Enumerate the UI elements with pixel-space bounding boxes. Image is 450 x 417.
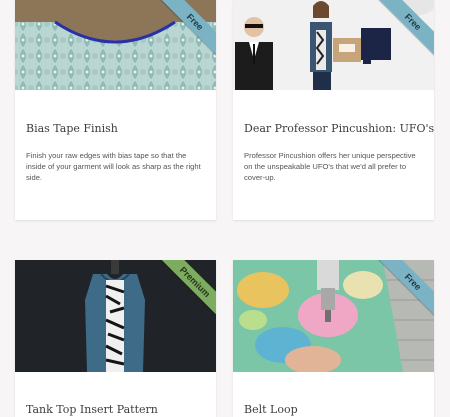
card-title[interactable]: Bias Tape Finish — [26, 122, 118, 135]
card-thumbnail[interactable]: Free — [233, 0, 434, 90]
lesson-card[interactable]: Premium Tank Top Insert Pattern — [15, 260, 216, 417]
lesson-card[interactable]: Free Belt Loop — [233, 260, 434, 417]
lesson-card[interactable]: Free Dear Professor Pincushion: UFO's Pr… — [233, 0, 434, 220]
card-thumbnail[interactable]: Free — [15, 0, 216, 90]
lesson-card[interactable]: Free Bias Tape Finish Finish your raw ed… — [15, 0, 216, 220]
card-title[interactable]: Tank Top Insert Pattern — [26, 403, 158, 416]
card-description: Professor Pincushion offers her unique p… — [244, 151, 416, 182]
card-thumbnail[interactable]: Premium — [15, 260, 216, 372]
card-description: Finish your raw edges with bias tape so … — [26, 151, 201, 182]
card-title[interactable]: Belt Loop — [244, 403, 298, 416]
card-thumbnail[interactable]: Free — [233, 260, 434, 372]
card-title[interactable]: Dear Professor Pincushion: UFO's — [244, 122, 434, 135]
